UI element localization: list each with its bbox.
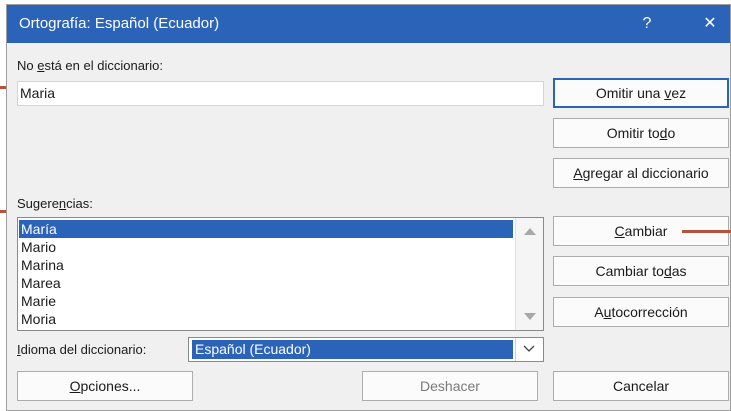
ignore-all-button[interactable]: Omitir todo [553,118,729,148]
callout-line-change [682,230,731,233]
window-title: Ortografía: Español (Ecuador) [19,15,220,32]
button-label: Deshacer [420,378,480,394]
not-in-dictionary-value: Maria [20,85,56,101]
label-part: stá en el diccionario: [44,58,163,73]
suggestions-listbox[interactable]: María Mario Marina Marea Marie Moria [17,217,544,331]
button-label: Omitir to [606,125,660,141]
dictionary-language-select[interactable]: Español (Ecuador) [188,337,544,362]
suggestion-item[interactable]: Marina [19,256,513,274]
button-accelerator: O [69,378,81,394]
scroll-down-icon[interactable] [524,313,536,320]
add-to-dictionary-button[interactable]: Agregar al diccionario [553,158,729,188]
suggestions-scrollbar[interactable] [515,218,543,330]
undo-button[interactable]: Deshacer [362,371,538,401]
button-label: pciones... [80,378,141,394]
label-part: No [17,58,38,73]
suggestion-item[interactable]: Mario [19,238,513,256]
button-label: Omitir una [595,85,665,101]
suggestions-label: Sugerencias: [17,196,93,211]
help-button[interactable]: ? [634,11,660,37]
button-label: as [671,263,687,279]
button-accelerator: C [614,223,625,239]
button-label: ez [671,85,687,101]
spelling-dialog: Ortografía: Español (Ecuador) ? ✕ No est… [6,4,731,411]
cancel-button[interactable]: Cancelar [553,371,729,401]
button-label: Cambiar to [595,263,664,279]
suggestions-list: María Mario Marina Marea Marie Moria [19,220,513,328]
button-label: gregar al diccionario [582,165,709,181]
change-all-button[interactable]: Cambiar todas [553,256,729,286]
title-bar: Ortografía: Español (Ecuador) ? ✕ [7,5,730,43]
chevron-down-icon [523,345,535,352]
button-label: o [667,125,676,141]
scroll-up-icon[interactable] [524,228,536,235]
label-part: cias: [66,196,93,211]
options-button[interactable]: Opciones... [17,371,193,401]
label-part: Sugere [17,196,59,211]
suggestion-item[interactable]: Marie [19,292,513,310]
not-in-dictionary-textbox[interactable]: Maria [17,81,544,106]
label-part: dioma del diccionario: [20,342,147,357]
button-accelerator: A [573,165,583,181]
button-accelerator: d [663,263,672,279]
button-label: ambiar [624,223,668,239]
autocorrect-button[interactable]: Autocorrección [553,297,729,327]
button-label: A [594,304,604,320]
not-in-dictionary-label: No está en el diccionario: [17,58,163,73]
ignore-once-button[interactable]: Omitir una vez [553,78,729,108]
suggestion-item[interactable]: Marea [19,274,513,292]
dropdown-arrow[interactable] [515,338,543,361]
suggestion-item[interactable]: Moria [19,310,513,328]
suggestion-item[interactable]: María [19,220,513,238]
dictionary-language-value: Español (Ecuador) [192,340,513,359]
dictionary-language-label: Idioma del diccionario: [17,342,146,357]
button-label: tocorrección [611,304,688,320]
button-label: Cancelar [612,378,670,394]
close-button[interactable]: ✕ [697,11,723,37]
